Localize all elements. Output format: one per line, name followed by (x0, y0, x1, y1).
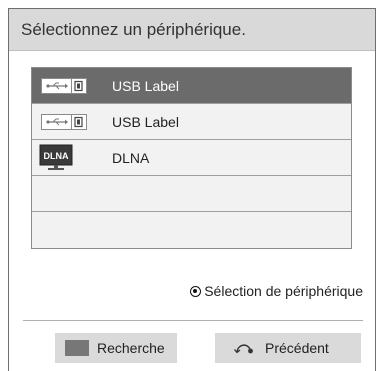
search-button-label: Recherche (97, 340, 165, 356)
device-list: USB Label USB Label DLNA DLNA (31, 67, 352, 249)
device-row-usb-2[interactable]: USB Label (32, 104, 351, 140)
usb-drive-icon (41, 114, 87, 130)
device-row-usb-1[interactable]: USB Label (32, 68, 351, 104)
back-button[interactable]: Précédent (215, 333, 361, 363)
dialog-title: Sélectionnez un périphérique. (21, 20, 246, 39)
device-label: USB Label (112, 78, 179, 94)
device-row-empty (32, 212, 351, 248)
dlna-monitor-icon: DLNA (39, 144, 73, 170)
device-selection-dialog: Sélectionnez un périphérique. USB Label (8, 8, 376, 371)
color-key-swatch (65, 340, 89, 356)
svg-text:DLNA: DLNA (44, 151, 69, 161)
device-row-empty (32, 176, 351, 212)
back-arrow-icon (234, 344, 253, 354)
device-row-dlna[interactable]: DLNA DLNA (32, 140, 351, 176)
usb-drive-icon (41, 78, 87, 94)
title-bar: Sélectionnez un périphérique. (9, 9, 375, 51)
legend-label: Sélection de périphérique (204, 283, 363, 299)
device-label: DLNA (112, 150, 150, 166)
search-button[interactable]: Recherche (55, 333, 177, 363)
ok-radio-icon (190, 285, 202, 297)
select-device-legend: Sélection de périphérique (190, 283, 363, 299)
device-label: USB Label (112, 114, 179, 130)
back-button-label: Précédent (265, 340, 329, 356)
divider (23, 320, 363, 321)
